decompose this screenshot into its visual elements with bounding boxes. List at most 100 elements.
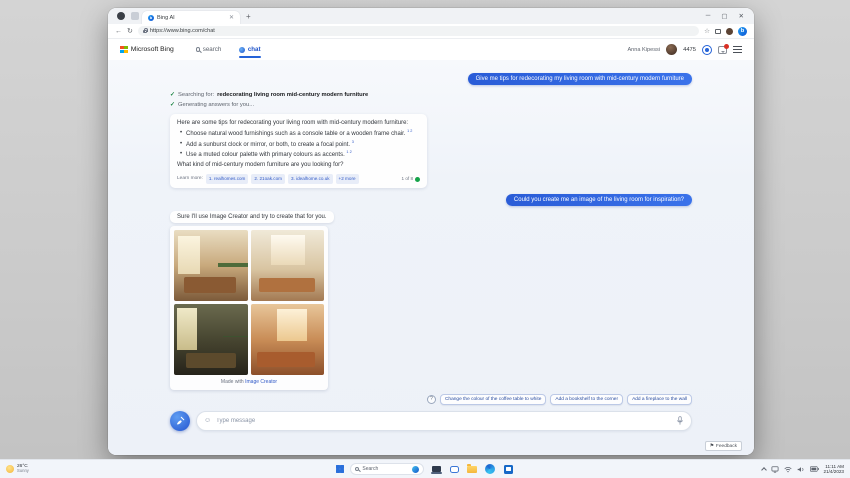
citation-refs[interactable]: 1 2 (346, 150, 351, 154)
microphone-icon[interactable] (676, 416, 684, 425)
edge-button[interactable] (484, 463, 496, 475)
status-generating: ✓ Generating answers for you... (170, 101, 692, 109)
account-avatar[interactable] (666, 44, 678, 55)
bot-image-intro: Sure I'll use Image Creator and try to c… (170, 210, 334, 223)
tab-search-label: search (202, 46, 222, 53)
start-button[interactable] (335, 464, 345, 474)
searching-query: redecorating living room mid-century mod… (217, 91, 369, 98)
url-text: https://www.bing.com/chat (149, 28, 215, 34)
help-icon[interactable]: ? (426, 394, 436, 404)
chat-icon (239, 46, 246, 53)
favorites-star-icon[interactable]: ☆ (704, 27, 710, 35)
answer-bullets: Choose natural wood furnishings such as … (180, 129, 420, 160)
suggestion-chip[interactable]: Add a bookshelf to the corner (550, 393, 624, 405)
close-button[interactable]: ✕ (739, 12, 744, 20)
bing-favicon: b (148, 14, 154, 21)
device-icon (430, 466, 442, 474)
file-explorer-button[interactable] (466, 463, 478, 475)
generated-image-4[interactable] (250, 303, 324, 375)
wifi-icon[interactable] (783, 466, 792, 473)
teams-chat-button[interactable] (448, 463, 460, 475)
weather-widget[interactable]: 26°C Sunny (0, 464, 170, 474)
maximize-button[interactable]: ▢ (721, 12, 727, 20)
answer-card: Here are some tips for redecorating your… (170, 114, 427, 188)
account-name[interactable]: Anna Kipessi (627, 47, 660, 53)
new-tab-button[interactable]: + (246, 12, 251, 21)
bing-brand[interactable]: Microsoft Bing (131, 46, 174, 53)
volume-icon[interactable] (797, 466, 805, 473)
generated-image-1[interactable] (174, 229, 248, 301)
notification-badge (724, 43, 729, 49)
browser-tab[interactable]: b Bing AI ✕ (142, 11, 240, 24)
browser-profile-icon[interactable] (117, 12, 125, 20)
bing-search-icon (412, 465, 420, 473)
read-aloud-icon[interactable] (415, 176, 420, 182)
browser-titlebar: b Bing AI ✕ + ─ ▢ ✕ (108, 8, 754, 24)
message-input-container[interactable]: ☺ (196, 410, 692, 431)
hamburger-menu-icon[interactable] (733, 46, 742, 53)
browser-window: b Bing AI ✕ + ─ ▢ ✕ ← ↻ https://www.bing… (108, 8, 754, 455)
lock-icon (142, 28, 149, 34)
user-message-1: Give me tips for redecorating my living … (467, 73, 692, 85)
address-bar[interactable]: https://www.bing.com/chat (137, 26, 700, 36)
suggestion-chip[interactable]: Change the colour of the coffee table to… (439, 393, 547, 405)
search-icon (355, 467, 360, 471)
back-icon[interactable]: ← (115, 28, 122, 35)
source-chip[interactable]: 1. realhomes.com (205, 174, 249, 184)
minimize-button[interactable]: ─ (706, 12, 711, 20)
status-searching: ✓ Searching for: redecorating living roo… (170, 91, 692, 99)
searching-label: Searching for: (178, 91, 215, 98)
citation-refs[interactable]: 1 2 (407, 129, 412, 133)
generated-image-2[interactable] (250, 229, 324, 301)
clock-date: 21/4/2023 (823, 469, 844, 474)
generating-label: Generating answers for you... (178, 101, 255, 108)
flag-icon: ⚑ (709, 443, 714, 449)
store-icon (503, 464, 513, 474)
battery-icon[interactable] (809, 466, 819, 472)
emoji-icon[interactable]: ☺ (204, 417, 211, 424)
browser-toolbar: ← ↻ https://www.bing.com/chat ☆ b (108, 24, 754, 39)
answer-bullet: Use a muted colour palette with primary … (180, 150, 420, 160)
tab-title: Bing AI (157, 14, 175, 21)
bing-header: Microsoft Bing search chat Anna Kipessi … (108, 39, 754, 60)
chat-history-icon[interactable] (718, 43, 729, 54)
rewards-points[interactable]: 4475 (683, 47, 696, 53)
search-icon (195, 47, 201, 52)
clock-widget[interactable]: 11:11 AM 21/4/2023 (824, 464, 844, 475)
chat-bubble-icon (449, 465, 459, 474)
rewards-medal-icon[interactable] (702, 44, 712, 55)
learn-more-label: Learn more: (177, 176, 203, 182)
desktop: b Bing AI ✕ + ─ ▢ ✕ ← ↻ https://www.bing… (0, 0, 850, 478)
collections-icon[interactable] (715, 28, 721, 34)
new-topic-button[interactable] (170, 410, 190, 431)
weather-condition: Sunny (17, 468, 29, 474)
source-chip[interactable]: 2. 21oak.com (251, 174, 285, 184)
citation-refs[interactable]: 3 (352, 140, 354, 144)
tab-chat[interactable]: chat (239, 39, 261, 60)
microsoft-logo-icon (120, 45, 128, 54)
source-chip[interactable]: 3. idealhome.co.uk (287, 174, 333, 184)
tray-chevron-icon[interactable] (760, 467, 767, 473)
image-creator-link[interactable]: Image Creator (245, 379, 277, 385)
broom-icon (176, 416, 185, 425)
task-view-button[interactable] (430, 463, 442, 475)
bing-discover-icon[interactable]: b (738, 26, 747, 36)
sun-icon (6, 465, 14, 473)
check-icon: ✓ (170, 102, 176, 108)
refresh-icon[interactable]: ↻ (127, 27, 133, 35)
suggestion-chip[interactable]: Add a fireplace to the wall (627, 393, 692, 405)
generated-image-3[interactable] (174, 303, 248, 375)
tab-search[interactable]: search (195, 39, 222, 60)
image-caption: Made with Image Creator (220, 378, 278, 385)
message-input[interactable] (216, 417, 671, 424)
answer-bullet: Choose natural wood furnishings such as … (180, 129, 420, 139)
feedback-button[interactable]: ⚑ Feedback (704, 441, 742, 451)
monitor-icon[interactable] (771, 465, 779, 473)
browser-avatar[interactable] (726, 27, 733, 35)
pager-label: 1 of 8 (401, 176, 414, 182)
taskbar-search[interactable]: Search (350, 463, 425, 475)
store-button[interactable] (502, 463, 514, 475)
workspaces-icon[interactable] (131, 12, 139, 20)
close-tab-icon[interactable]: ✕ (229, 14, 234, 21)
source-chip[interactable]: +2 more (335, 174, 359, 184)
